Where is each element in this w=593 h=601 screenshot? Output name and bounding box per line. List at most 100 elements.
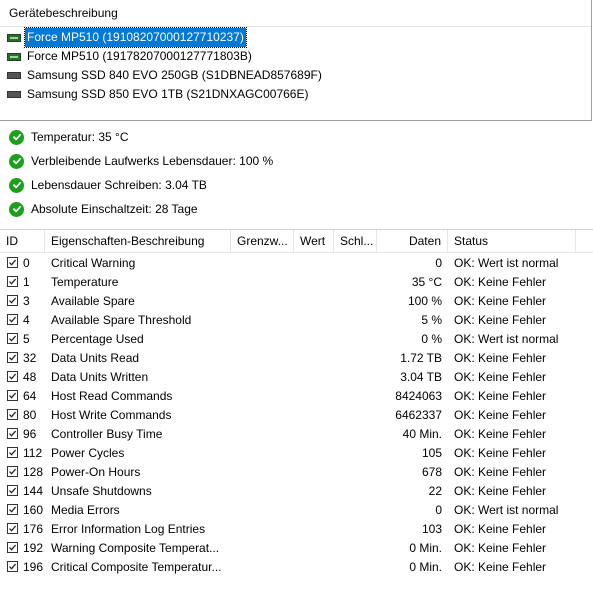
cell-id: 32 (0, 351, 45, 365)
attribute-id: 96 (23, 426, 37, 441)
device-list-header[interactable]: Gerätebeschreibung (0, 0, 591, 27)
cell-id: 0 (0, 256, 45, 270)
column-header-data[interactable]: Daten (377, 230, 448, 252)
cell-data: 678 (421, 464, 442, 479)
ok-check-icon (9, 177, 24, 193)
row-checkbox[interactable] (7, 333, 18, 344)
cell-description: Power Cycles (51, 445, 125, 460)
cell-id: 192 (0, 541, 45, 555)
cell-status: OK: Keine Fehler (454, 407, 547, 422)
attribute-id: 1 (23, 274, 30, 289)
cell-data: 0 Min. (409, 559, 442, 574)
cell-description: Temperature (51, 274, 119, 289)
column-header-value[interactable]: Wert (294, 230, 334, 252)
table-row[interactable]: 4 Available Spare Threshold 5 % OK: Keine F… (0, 310, 593, 329)
row-checkbox[interactable] (7, 466, 18, 477)
device-item[interactable]: Samsung SSD 840 EVO 250GB (S1DBNEAD85768… (0, 66, 591, 85)
table-row[interactable]: 128 Power-On Hours 678 OK: Keine Fehler (0, 462, 593, 481)
cell-status: OK: Wert ist normal (454, 331, 559, 346)
cell-data: 8424063 (395, 388, 442, 403)
row-checkbox[interactable] (7, 542, 18, 553)
cell-description: Critical Warning (51, 255, 136, 270)
table-row[interactable]: 144 Unsafe Shutdowns 22 OK: Keine Fehler (0, 481, 593, 500)
row-checkbox[interactable] (7, 561, 18, 572)
column-header-worst[interactable]: Schl... (334, 230, 377, 252)
cell-description: Media Errors (51, 502, 120, 517)
cell-id: 48 (0, 370, 45, 384)
row-checkbox[interactable] (7, 371, 18, 382)
column-header-threshold[interactable]: Grenzw... (231, 230, 294, 252)
row-checkbox[interactable] (7, 257, 18, 268)
table-row[interactable]: 5 Percentage Used 0 % OK: Wert ist normal (0, 329, 593, 348)
ok-check-icon (9, 129, 24, 145)
cell-id: 5 (0, 332, 45, 346)
row-checkbox[interactable] (7, 314, 18, 325)
cell-id: 128 (0, 465, 45, 479)
table-row[interactable]: 112 Power Cycles 105 OK: Keine Fehler (0, 443, 593, 462)
cell-data: 0 % (421, 331, 442, 346)
status-item: Lebensdauer Schreiben: 3.04 TB (0, 173, 593, 197)
smart-attributes-table: ID Eigenschaften-Beschreibung Grenzw... … (0, 229, 593, 576)
column-header-status[interactable]: Status (448, 230, 576, 252)
cell-description: Host Read Commands (51, 388, 173, 403)
device-item[interactable]: Samsung SSD 850 EVO 1TB (S21DNXAGC00766E… (0, 85, 591, 104)
cell-description: Warning Composite Temperat... (51, 540, 220, 555)
device-item[interactable]: Force MP510 (19178207000127771803B) (0, 47, 591, 66)
cell-data: 5 % (421, 312, 442, 327)
row-checkbox[interactable] (7, 428, 18, 439)
cell-id: 1 (0, 275, 45, 289)
cell-status: OK: Keine Fehler (454, 521, 547, 536)
row-checkbox[interactable] (7, 295, 18, 306)
table-row[interactable]: 80 Host Write Commands 6462337 OK: Keine Fe… (0, 405, 593, 424)
row-checkbox[interactable] (7, 504, 18, 515)
status-text: Lebensdauer Schreiben: 3.04 TB (31, 178, 207, 192)
row-checkbox[interactable] (7, 485, 18, 496)
device-label: Force MP510 (19178207000127771803B) (27, 49, 252, 63)
row-checkbox[interactable] (7, 352, 18, 363)
row-checkbox[interactable] (7, 390, 18, 401)
attribute-id: 176 (23, 521, 44, 536)
status-item: Temperatur: 35 °C (0, 125, 593, 149)
row-checkbox[interactable] (7, 409, 18, 420)
attribute-id: 4 (23, 312, 30, 327)
table-row[interactable]: 48 Data Units Written 3.04 TB OK: Keine Feh… (0, 367, 593, 386)
row-checkbox[interactable] (7, 523, 18, 534)
table-row[interactable]: 160 Media Errors 0 OK: Wert ist normal (0, 500, 593, 519)
cell-status: OK: Keine Fehler (454, 350, 547, 365)
attribute-id: 64 (23, 388, 37, 403)
table-row[interactable]: 176 Error Information Log Entries 103 OK: K… (0, 519, 593, 538)
attribute-id: 192 (23, 540, 44, 555)
table-row[interactable]: 96 Controller Busy Time 40 Min. OK: Keine F… (0, 424, 593, 443)
table-row[interactable]: 0 Critical Warning 0 OK: Wert ist normal (0, 253, 593, 272)
row-checkbox[interactable] (7, 447, 18, 458)
table-row[interactable]: 64 Host Read Commands 8424063 OK: Keine Feh… (0, 386, 593, 405)
cell-status: OK: Keine Fehler (454, 559, 547, 574)
cell-description: Unsafe Shutdowns (51, 483, 152, 498)
cell-status: OK: Keine Fehler (454, 388, 547, 403)
device-label: Force MP510 (19108207000127710237) (24, 27, 247, 48)
attribute-id: 80 (23, 407, 37, 422)
status-item: Absolute Einschaltzeit: 28 Tage (0, 197, 593, 221)
cell-id: 196 (0, 560, 45, 574)
cell-description: Controller Busy Time (51, 426, 163, 441)
column-header-description[interactable]: Eigenschaften-Beschreibung (45, 230, 231, 252)
cell-data: 0 (435, 255, 442, 270)
cell-status: OK: Keine Fehler (454, 483, 547, 498)
table-row[interactable]: 1 Temperature 35 °C OK: Keine Fehler (0, 272, 593, 291)
device-label: Samsung SSD 850 EVO 1TB (S21DNXAGC00766E… (27, 87, 309, 101)
row-checkbox[interactable] (7, 276, 18, 287)
table-row[interactable]: 196 Critical Composite Temperatur... 0 Min… (0, 557, 593, 576)
cell-description: Host Write Commands (51, 407, 172, 422)
table-row[interactable]: 3 Available Spare 100 % OK: Keine Fehler (0, 291, 593, 310)
device-item[interactable]: Force MP510 (19108207000127710237) (0, 27, 591, 48)
table-row[interactable]: 192 Warning Composite Temperat... 0 Min. OK… (0, 538, 593, 557)
ok-check-icon (9, 201, 24, 217)
cell-description: Critical Composite Temperatur... (51, 559, 222, 574)
sata-drive-icon (7, 91, 21, 98)
cell-data: 40 Min. (402, 426, 442, 441)
cell-data: 0 (435, 502, 442, 517)
cell-data: 6462337 (395, 407, 442, 422)
table-row[interactable]: 32 Data Units Read 1.72 TB OK: Keine Fehler (0, 348, 593, 367)
column-header-id[interactable]: ID (0, 230, 45, 252)
cell-data: 103 (421, 521, 442, 536)
